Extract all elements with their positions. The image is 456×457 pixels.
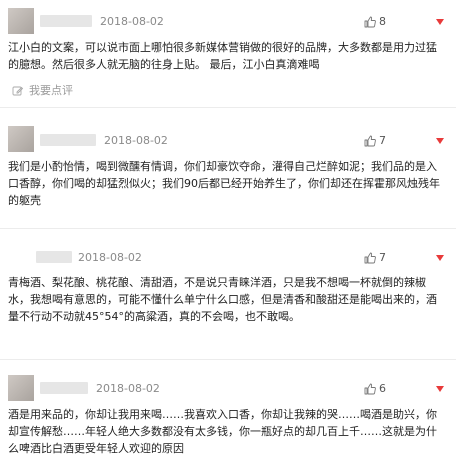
username-redacted[interactable] xyxy=(36,251,72,263)
thumbs-up-icon xyxy=(364,252,376,264)
username-redacted[interactable] xyxy=(40,382,88,394)
reply-label: 我要点评 xyxy=(29,84,73,97)
like-count: 7 xyxy=(379,251,386,264)
thumbs-up-icon xyxy=(364,383,376,395)
avatar[interactable] xyxy=(8,126,34,152)
comment-edit-icon xyxy=(12,85,24,97)
comment-date: 2018-08-02 xyxy=(100,15,164,28)
like-button[interactable]: 6 xyxy=(364,382,386,396)
comment-date: 2018-08-02 xyxy=(96,382,160,395)
comment-text: 我们是小酌怡情，喝到微醺有情调，你们却豪饮夺命，灌得自己烂醉如泥；我们品的是入口… xyxy=(8,160,440,207)
dropdown-arrow-icon[interactable] xyxy=(436,255,444,261)
comment-item: 2018-08-02 7 我们是小酌怡情，喝到微醺有情调，你们却豪饮夺命，灌得自… xyxy=(0,108,456,228)
reply-button[interactable]: 我要点评 xyxy=(12,84,73,98)
comment-date: 2018-08-02 xyxy=(104,134,168,147)
comment-date: 2018-08-02 xyxy=(78,251,142,264)
avatar[interactable] xyxy=(8,8,34,34)
comment-item: 2018-08-02 6 酒是用来品的，你却让我用来喝……我喜欢入口香，你却让我… xyxy=(0,360,456,455)
dropdown-arrow-icon[interactable] xyxy=(436,138,444,144)
like-count: 8 xyxy=(379,15,386,28)
thumbs-up-icon xyxy=(364,135,376,147)
avatar[interactable] xyxy=(8,375,34,401)
comment-text: 江小白的文案，可以说市面上哪怕很多新媒体营销做的很好的品牌，大多数都是用力过猛的… xyxy=(8,41,437,71)
thumbs-up-icon xyxy=(364,16,376,28)
comment-item: 2018-08-02 8 江小白的文案，可以说市面上哪怕很多新媒体营销做的很好的… xyxy=(0,0,456,107)
like-button[interactable]: 7 xyxy=(364,251,386,265)
comment-list: 2018-08-02 8 江小白的文案，可以说市面上哪怕很多新媒体营销做的很好的… xyxy=(0,0,456,455)
username-redacted[interactable] xyxy=(40,15,92,27)
dropdown-arrow-icon[interactable] xyxy=(436,386,444,392)
like-button[interactable]: 7 xyxy=(364,134,386,148)
like-count: 7 xyxy=(379,134,386,147)
like-button[interactable]: 8 xyxy=(364,15,386,29)
comment-text: 酒是用来品的，你却让我用来喝……我喜欢入口香，你却让我辣的哭……喝酒是助兴，你却… xyxy=(8,408,437,455)
dropdown-arrow-icon[interactable] xyxy=(436,19,444,25)
like-count: 6 xyxy=(379,382,386,395)
comment-item: 2018-08-02 7 青梅酒、梨花酿、桃花酿、清甜酒，不是说只青睐洋酒，只是… xyxy=(0,229,456,359)
comment-text: 青梅酒、梨花酿、桃花酿、清甜酒，不是说只青睐洋酒，只是我不想喝一杯就倒的辣椒水，… xyxy=(8,276,437,323)
username-redacted[interactable] xyxy=(40,134,96,146)
